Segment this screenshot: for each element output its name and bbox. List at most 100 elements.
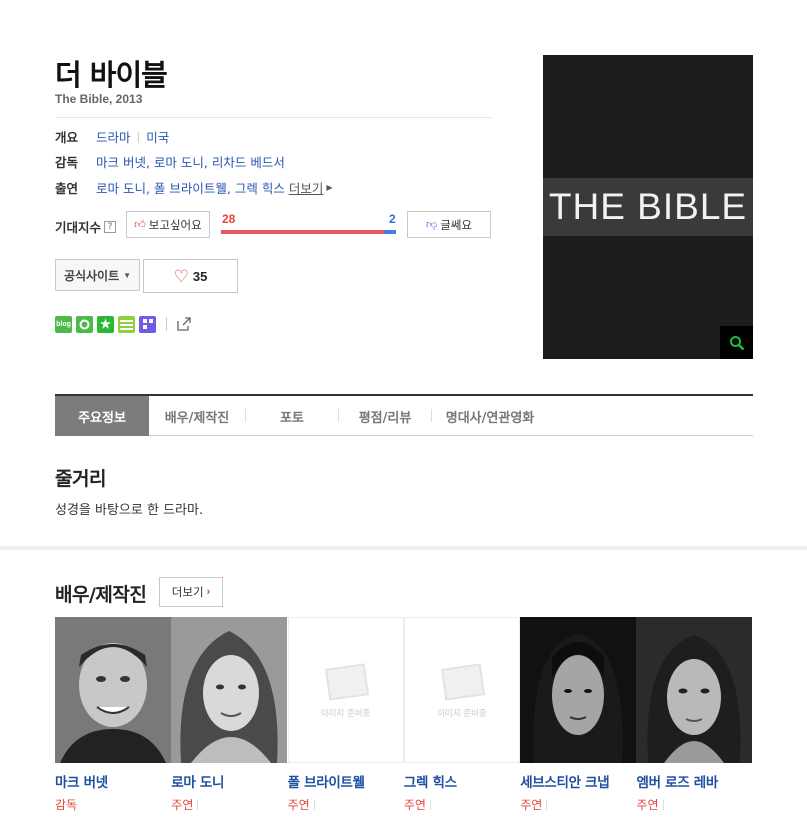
cast-name[interactable]: 세브스티안 크냅 [520,771,636,791]
cast-photo-placeholder[interactable]: 이미지 준비중 [287,617,404,763]
placeholder-text: 이미지 준비중 [320,709,371,719]
cast-role: 주연 [171,796,287,813]
tab-reviews[interactable]: 평점/리뷰 [339,396,431,436]
cast-photo[interactable] [55,617,171,763]
synopsis-text: 성경을 바탕으로 한 드라마. [55,503,204,518]
zoom-button[interactable] [720,326,753,359]
director-label: 감독 [55,155,79,170]
cast-role: 주연 [636,796,752,813]
heart-icon: ♡ [173,266,189,286]
cast-member[interactable]: 세브스티안 크냅 주연 [520,617,637,813]
overview-label: 개요 [55,130,79,145]
movie-subtitle: The Bible, 2013 [55,92,143,106]
cast-role-label: 감독 [55,798,78,812]
official-site-button[interactable]: 공식사이트 ▼ [55,259,140,291]
chevron-right-icon: › [206,586,211,598]
cast-more-link[interactable]: 더보기 [289,178,324,197]
nah-ratio-bar [384,230,396,234]
cast-photo[interactable] [171,617,288,763]
poster-text: THE BIBLE [548,186,748,227]
country-link[interactable]: 미국 [146,127,169,146]
separator [313,799,315,810]
more-label: 더보기 [171,587,204,599]
thumbs-down-icon: 👎︎ [426,218,438,231]
synopsis-heading: 줄거리 [55,468,106,490]
tab-photo[interactable]: 포토 [246,396,338,436]
want-count: 28 [222,212,236,226]
tab-main-info[interactable]: 주요정보 [55,396,149,436]
blog-share-icon[interactable]: blog [55,315,72,333]
image-placeholder-icon [324,663,369,701]
memo-share-icon[interactable] [118,315,135,333]
cast-role-label: 주연 [403,798,426,812]
like-count: 35 [192,268,208,284]
cast-name[interactable]: 엠버 로즈 레바 [636,771,752,791]
separator: | [136,130,141,143]
cast-role: 주연 [404,796,520,813]
tab-quotes-related[interactable]: 명대사/연관영화 [432,396,548,436]
chevron-down-icon: ▼ [123,270,132,280]
info-cast-row: 출연 로마 도니, 폴 브라이트웰, 그렉 힉스 더보기 ▶ [55,178,333,197]
want-ratio-bar [221,230,384,234]
cast-role-label: 주연 [520,798,543,812]
cast-label: 출연 [55,181,79,196]
separator [662,799,664,810]
info-overview-row: 개요 드라마 | 미국 [55,127,169,146]
divider [55,117,491,118]
cast-photo[interactable] [636,617,753,763]
cast-photo-placeholder[interactable]: 이미지 준비중 [403,617,520,763]
cast-member[interactable]: 엠버 로즈 레바 주연 [636,617,753,813]
movie-poster[interactable]: THE BIBLE [543,55,753,359]
placeholder-text: 이미지 준비중 [437,709,487,719]
want-to-see-button[interactable]: 👍︎ 보고싶어요 [126,211,210,238]
genre-link[interactable]: 드라마 [96,127,131,146]
cast-links[interactable]: 로마 도니, 폴 브라이트웰, 그렉 힉스 [96,178,285,197]
expect-label: 기대지수 [55,220,102,235]
like-button[interactable]: ♡ 35 [143,259,238,293]
official-site-label: 공식사이트 [63,268,120,283]
cast-role-label: 주연 [287,798,310,812]
want-label: 보고싶어요 [148,217,202,232]
share-row: blog ★ [55,315,193,333]
cast-crew-heading: 배우/제작진 [55,584,147,606]
cast-role: 주연 [520,796,636,813]
cast-member[interactable]: 마크 버넷 감독 [55,617,171,813]
movie-title: 더 바이블 [55,58,168,92]
separator [429,799,431,810]
share-export-icon[interactable] [175,315,193,333]
tab-cast-crew[interactable]: 배우/제작진 [149,396,245,436]
cast-more-button[interactable]: 더보기 › [159,577,223,607]
director-links[interactable]: 마크 버넷, 로마 도니, 리차드 베드서 [96,152,285,171]
info-director-row: 감독 마크 버넷, 로마 도니, 리차드 베드서 [55,152,285,171]
cast-name[interactable]: 그렉 힉스 [404,771,520,791]
band-share-icon[interactable] [76,315,93,333]
not-sure-button[interactable]: 👎︎ 글쎄요 [407,211,491,238]
cast-role-label: 주연 [636,798,659,812]
separator [546,799,548,810]
cast-name[interactable]: 로마 도니 [171,771,287,791]
help-icon[interactable]: ? [104,220,117,233]
cast-list: 마크 버넷 감독 로마 도니 주연 이미지 준비중 폴 브라이트웰 주연 이미지… [55,617,753,813]
section-divider [0,546,807,550]
cast-photo[interactable] [520,617,637,763]
expect-label-group: 기대지수 ? [55,217,117,236]
separator [197,799,199,810]
cast-role-label: 주연 [171,798,194,812]
bookmark-star-icon[interactable]: ★ [97,315,114,333]
cast-role: 감독 [55,796,171,813]
thumbs-up-icon: 👍︎ [134,218,146,231]
cast-member[interactable]: 이미지 준비중 그렉 힉스 주연 [403,617,520,813]
caret-right-icon: ▶ [326,183,333,192]
cast-name[interactable]: 마크 버넷 [55,771,171,791]
cast-member[interactable]: 로마 도니 주연 [171,617,288,813]
nah-label: 글쎄요 [440,217,472,232]
nah-count: 2 [389,212,396,226]
cast-role: 주연 [288,796,404,813]
cast-member[interactable]: 이미지 준비중 폴 브라이트웰 주연 [287,617,404,813]
cast-name[interactable]: 폴 브라이트웰 [288,771,404,791]
magnifier-icon [729,335,744,350]
image-placeholder-icon [440,663,485,701]
divider [166,317,167,331]
tab-bar: 주요정보 배우/제작진 포토 평점/리뷰 명대사/연관영화 [55,394,753,436]
post-share-icon[interactable] [139,315,156,333]
